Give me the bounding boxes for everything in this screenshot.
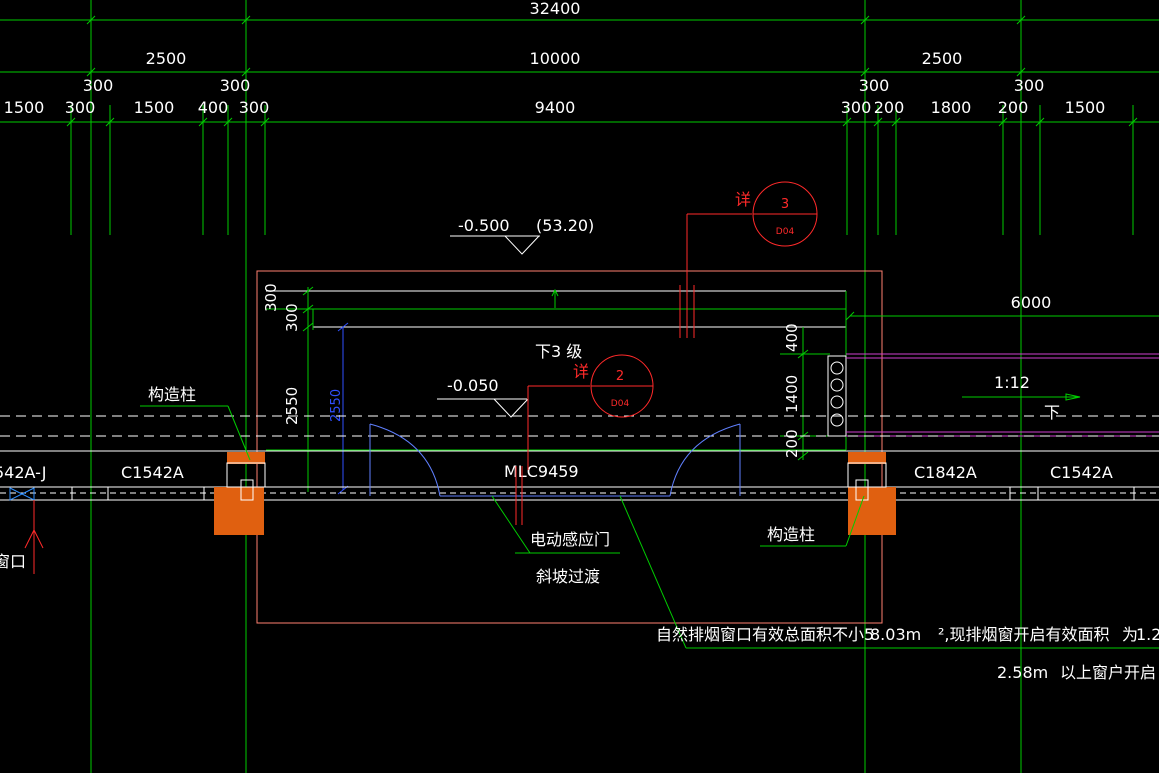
- window-label-left-partial: 542A-J: [0, 463, 47, 482]
- level-marker-lower: -0.050: [437, 376, 529, 418]
- right-vertical-dims: 400 1400 200: [780, 323, 847, 461]
- level-lower-value: -0.050: [447, 376, 499, 395]
- level-upper-value: -0.500: [458, 216, 510, 235]
- section-arrow: [24, 500, 44, 574]
- detail-2-mark: 详: [573, 362, 589, 381]
- window-label-c1542a-right: C1542A: [1050, 463, 1113, 482]
- dim-300-d: 300: [1014, 76, 1045, 95]
- dim-2500-left: 2500: [146, 49, 187, 68]
- smoke-note-1c: ²,现排烟窗开启有效面积: [938, 625, 1110, 644]
- detail-3-num: 3: [781, 197, 789, 212]
- vdim-300-a: 300: [262, 283, 280, 312]
- dim-400: 400: [198, 98, 229, 117]
- window-label-c1842a: C1842A: [914, 463, 977, 482]
- ramp: 6000 1:12 下: [845, 293, 1159, 437]
- exterior-wall: [0, 486, 1159, 501]
- dim-200-b: 200: [998, 98, 1029, 117]
- detail-2-sheet: D04: [611, 399, 630, 409]
- dim-300-b: 300: [220, 76, 251, 95]
- dim-300-c: 300: [859, 76, 890, 95]
- window-label-left-partial2: 窗口: [0, 552, 26, 571]
- dim-9400: 9400: [535, 98, 576, 117]
- column-right: [847, 452, 896, 535]
- dim-300-e: 300: [65, 98, 96, 117]
- vdim-1400: 1400: [783, 375, 801, 413]
- door-code: MLC9459: [504, 462, 579, 481]
- dim-200-a: 200: [874, 98, 905, 117]
- vdim-2550: 2550: [283, 387, 301, 425]
- smoke-note-2a: 2.58m: [997, 663, 1048, 682]
- column-label-left-group: 构造柱: [140, 385, 251, 461]
- vdim-2550-blue: 2550: [329, 389, 344, 422]
- dim-300-g: 300: [841, 98, 872, 117]
- detail-3-sheet: D04: [776, 227, 795, 237]
- left-vertical-dims: 300 300 2550 2550: [262, 283, 349, 495]
- auto-door-label: 电动感应门: [530, 530, 610, 549]
- cad-drawing-canvas[interactable]: 32400 2500 10000 2500 300 300 300 300 15…: [0, 0, 1159, 773]
- dim-2500-right: 2500: [922, 49, 963, 68]
- smoke-note-1e: 1.24: [1136, 625, 1159, 644]
- ramp-down: 下: [1044, 403, 1060, 422]
- vdim-400: 400: [783, 323, 801, 352]
- dim-1500-a: 1500: [4, 98, 45, 117]
- slope-label: 斜坡过渡: [536, 567, 600, 586]
- vdim-300-b: 300: [283, 303, 301, 332]
- sliding-doors: MLC9459: [369, 423, 741, 497]
- dim-10000: 10000: [530, 49, 581, 68]
- ramp-ratio: 1:12: [994, 373, 1030, 392]
- smoke-note-2b: 以上窗户开启: [1060, 663, 1156, 682]
- level-upper-abs: (53.20): [536, 216, 594, 235]
- stair-area: 下3 级: [266, 288, 847, 451]
- dim-1500-c: 1500: [1065, 98, 1106, 117]
- detail-3-mark: 详: [735, 190, 751, 209]
- detail-callout-3: 详 3 D04: [679, 181, 818, 338]
- smoke-note-1b: 8.03m: [870, 625, 921, 644]
- dim-total: 32400: [530, 0, 581, 18]
- dim-1500-b: 1500: [134, 98, 175, 117]
- detail-2-num: 2: [616, 369, 624, 384]
- window-label-c1542a-left: C1542A: [121, 463, 184, 482]
- vdim-200: 200: [783, 429, 801, 458]
- ramp-length: 6000: [1011, 293, 1052, 312]
- dim-1800: 1800: [931, 98, 972, 117]
- door-leader-group: 电动感应门 斜坡过渡: [491, 466, 620, 586]
- detail-callout-2: 详 2 D04: [527, 354, 654, 470]
- column-label-right: 构造柱: [767, 525, 815, 544]
- smoke-note-1a: 自然排烟窗口有效总面积不小5: [656, 625, 874, 644]
- dim-300-a: 300: [83, 76, 114, 95]
- column-label-left: 构造柱: [148, 385, 196, 404]
- dim-300-f: 300: [239, 98, 270, 117]
- level-marker-upper: -0.500 (53.20): [450, 216, 594, 255]
- stairs-label: 下3 级: [535, 342, 582, 361]
